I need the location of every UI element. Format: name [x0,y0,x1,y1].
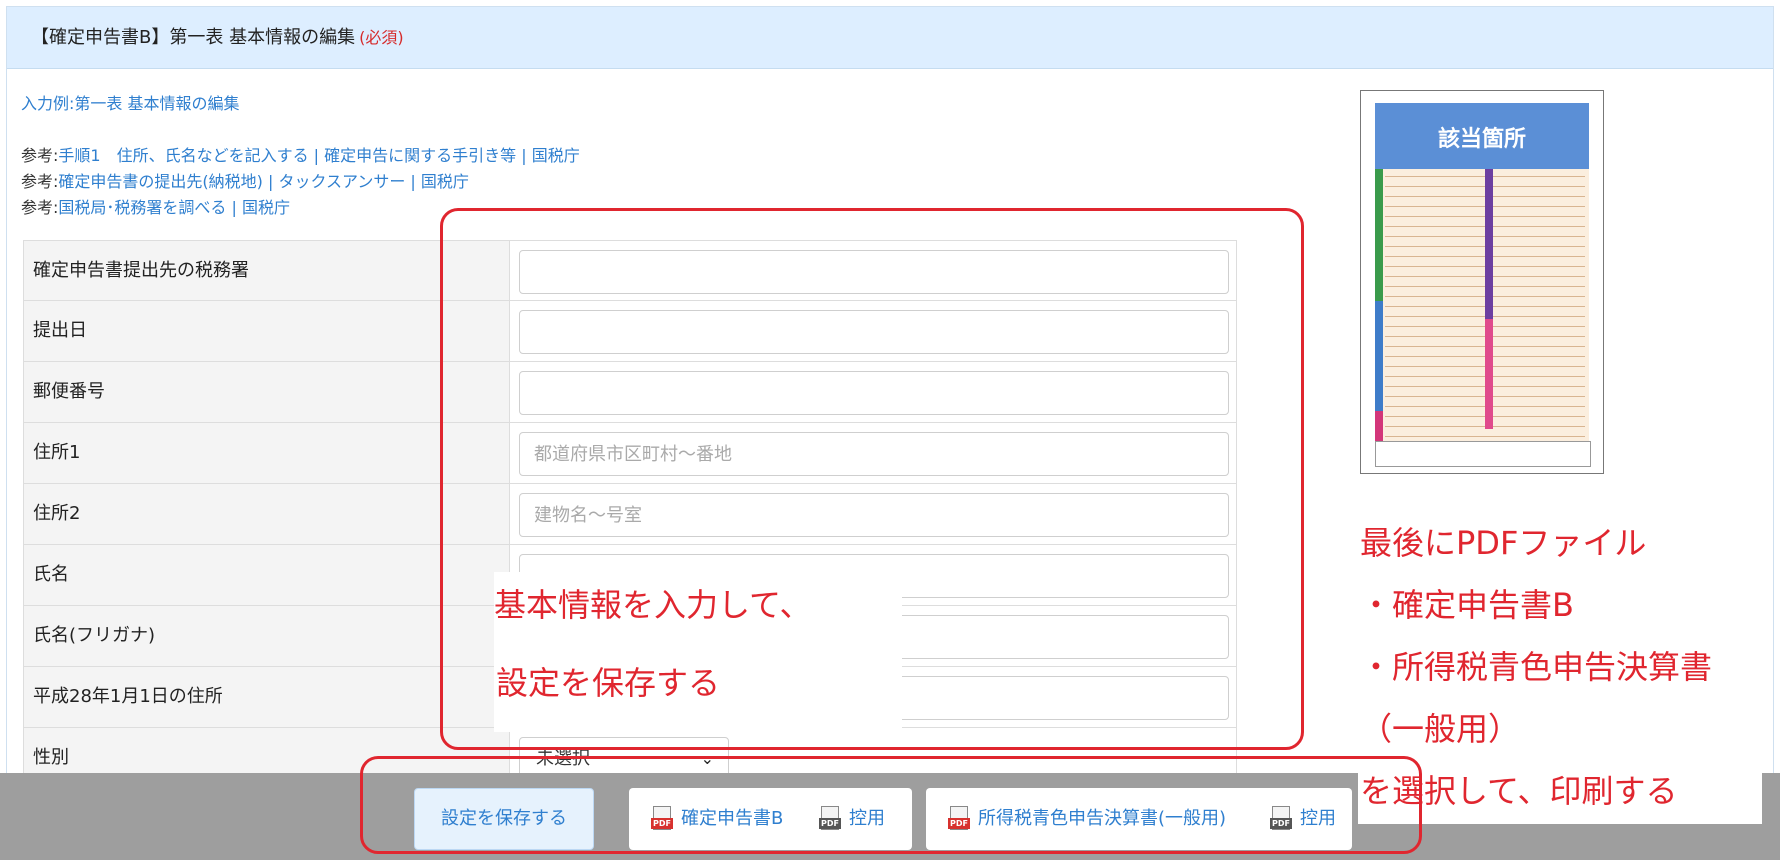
reference-line-3: 参考:国税局･税務署を調べる | 国税庁 [21,198,290,217]
reference-link-tax-office-destination[interactable]: 確定申告書の提出先(納税地) | タックスアンサー | 国税庁 [58,172,469,191]
panel-header: 【確定申告書B】第一表 基本情報の編集 (必須) [7,7,1773,69]
page-title: 【確定申告書B】第一表 基本情報の編集 [31,27,356,48]
form-thumbnail: 該当箇所 [1360,90,1604,474]
thumbnail-title: 該当箇所 [1437,127,1526,152]
row-label: 氏名(フリガナ) [24,606,510,666]
row-label: 確定申告書提出先の税務署 [24,241,510,300]
row-label: 氏名 [24,545,510,605]
row-label: 提出日 [24,301,510,361]
reference-line-2: 参考:確定申告書の提出先(納税地) | タックスアンサー | 国税庁 [21,172,469,191]
example-link[interactable]: 入力例:第一表 基本情報の編集 [21,90,239,114]
row-label: 住所2 [24,484,510,544]
required-badge: (必須) [359,28,404,47]
annotation-side-line-1: 最後にPDFファイル [1360,524,1647,562]
annotation-side-line-2: ・確定申告書B [1360,586,1574,624]
reference-link-find-tax-office[interactable]: 国税局･税務署を調べる | 国税庁 [58,198,290,217]
row-label: 郵便番号 [24,362,510,422]
row-label: 平成28年1月1日の住所 [24,667,510,727]
annotation-side-line-3: ・所得税青色申告決算書 [1360,648,1713,686]
annotation-frame-form [440,208,1304,750]
row-label: 住所1 [24,423,510,483]
annotation-side-line-4: （一般用） [1360,710,1521,748]
reference-line-1: 参考:手順1 住所、氏名などを記入する | 確定申告に関する手引き等 | 国税庁 [21,146,580,165]
annotation-frame-actions [360,756,1422,854]
reference-link-procedure[interactable]: 手順1 住所、氏名などを記入する | 確定申告に関する手引き等 | 国税庁 [58,146,579,165]
